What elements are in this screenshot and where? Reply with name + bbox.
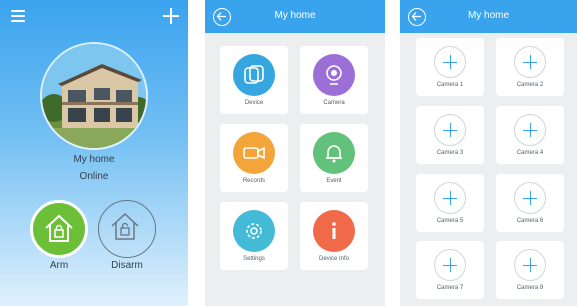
camera-label: Camera 8: [516, 285, 544, 291]
device-icon: [233, 54, 275, 96]
camera-slot[interactable]: Camera 1: [416, 38, 484, 96]
camera-label: Camera 7: [436, 285, 464, 291]
add-plus-icon[interactable]: [161, 6, 181, 26]
camera-label: Camera 1: [436, 82, 464, 88]
tile-label: Records: [242, 178, 266, 184]
add-camera-icon: [434, 114, 466, 146]
add-camera-icon: [434, 46, 466, 78]
device-tile[interactable]: Device: [220, 46, 288, 114]
disarm-button[interactable]: [98, 200, 156, 258]
top-bar: My home: [400, 0, 577, 33]
camera-slot[interactable]: Camera 6: [496, 174, 564, 232]
add-camera-icon: [514, 46, 546, 78]
bell-icon: [313, 132, 355, 174]
camera-slot[interactable]: Camera 7: [416, 241, 484, 299]
camera-slot[interactable]: Camera 8: [496, 241, 564, 299]
tile-label: Event: [326, 178, 342, 184]
camera-slot[interactable]: Camera 4: [496, 106, 564, 164]
tile-label: Device Info: [318, 256, 349, 262]
tile-label: Camera: [323, 100, 345, 106]
add-camera-icon: [514, 114, 546, 146]
arm-label: Arm: [49, 260, 69, 271]
camera-icon: [313, 54, 355, 96]
top-bar: My home: [205, 0, 385, 33]
add-camera-icon: [514, 182, 546, 214]
cameras-screen: My home Camera 1 Camera 2 Camera 3 Camer…: [400, 0, 577, 306]
camera-slot[interactable]: Camera 3: [416, 106, 484, 164]
camera-label: Camera 4: [516, 150, 544, 156]
records-icon: [233, 132, 275, 174]
house-lock-icon: [45, 214, 73, 242]
disarm-label: Disarm: [111, 260, 143, 271]
arm-button[interactable]: [30, 200, 88, 258]
camera-label: Camera 2: [516, 82, 544, 88]
screen-title: My home: [467, 10, 510, 21]
add-camera-icon: [434, 182, 466, 214]
home-photo: [40, 42, 148, 150]
camera-slot[interactable]: Camera 5: [416, 174, 484, 232]
camera-slot[interactable]: Camera 2: [496, 38, 564, 96]
device-info-tile[interactable]: Device Info: [300, 202, 368, 270]
records-tile[interactable]: Records: [220, 124, 288, 192]
screen-title: My home: [274, 10, 316, 21]
home-name: My home: [73, 154, 115, 165]
camera-label: Camera 5: [436, 218, 464, 224]
event-tile[interactable]: Event: [300, 124, 368, 192]
info-icon: [313, 210, 355, 252]
settings-tile[interactable]: Settings: [220, 202, 288, 270]
tile-label: Settings: [243, 256, 265, 262]
tile-label: Device: [244, 100, 264, 106]
add-camera-icon: [434, 249, 466, 281]
home-screen: My home Online Arm Disarm: [0, 0, 188, 306]
camera-tile[interactable]: Camera: [300, 46, 368, 114]
devices-screen: My home Device Camera Records Event Sett…: [205, 0, 385, 306]
house-unlock-icon: [111, 212, 139, 240]
add-camera-icon: [514, 249, 546, 281]
home-status: Online: [79, 171, 109, 182]
camera-label: Camera 3: [436, 150, 464, 156]
hamburger-menu-icon[interactable]: [11, 10, 25, 22]
camera-label: Camera 6: [516, 218, 544, 224]
gear-icon: [233, 210, 275, 252]
